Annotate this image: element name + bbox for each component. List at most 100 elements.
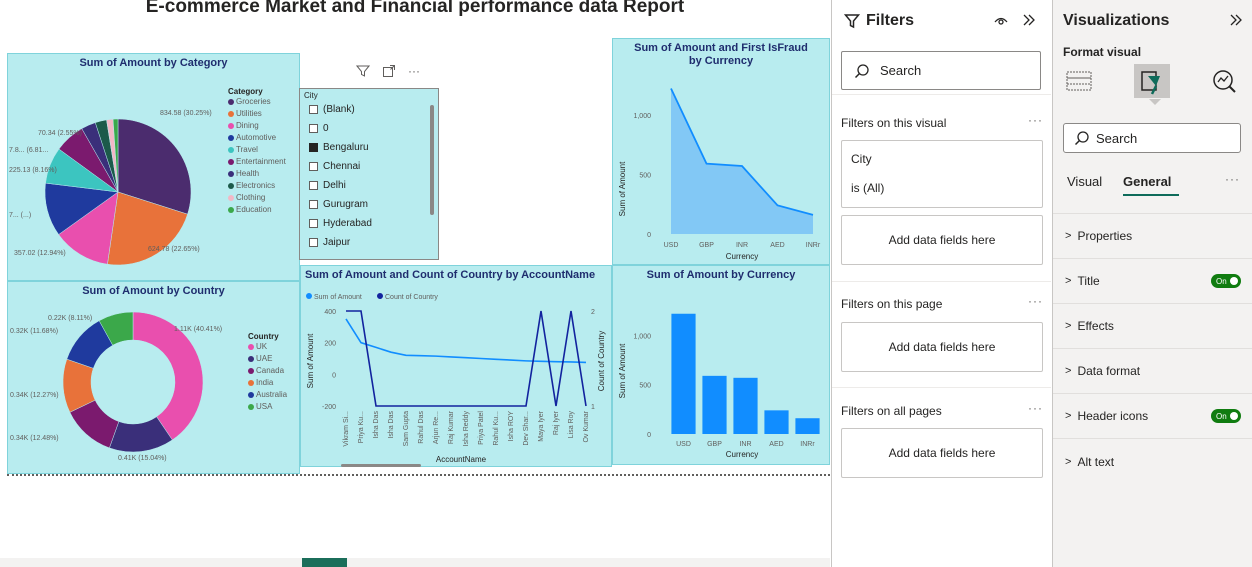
checkbox[interactable] <box>309 105 318 114</box>
header-icons-toggle[interactable]: On <box>1211 409 1241 423</box>
x-tick: Vikram Si... <box>343 411 350 447</box>
x-tick: INRr <box>800 441 815 448</box>
bar <box>795 418 820 434</box>
title-toggle[interactable]: On <box>1211 274 1241 288</box>
slicer-item-label: Delhi <box>323 180 346 191</box>
analytics-icon[interactable] <box>1211 68 1237 94</box>
slicer-item[interactable]: Hyderabad <box>300 214 438 233</box>
section-alt-text-label: Alt text <box>1077 454 1115 469</box>
legend-marker <box>248 379 254 386</box>
checkbox[interactable] <box>309 162 318 171</box>
city-slicer[interactable]: City (Blank) 0 Bengaluru Chennai Delhi Gurugr… <box>299 88 439 260</box>
slicer-item-label: 0 <box>323 123 329 134</box>
legend-item[interactable]: Automotive <box>228 132 286 144</box>
horizontal-scrollbar <box>341 464 421 467</box>
section-alt-text[interactable]: > Alt text <box>1053 439 1252 484</box>
checkbox[interactable] <box>309 200 318 209</box>
x-axis-label: Currency <box>726 450 758 459</box>
bar <box>733 377 758 434</box>
viz-more[interactable]: ··· <box>1225 172 1240 186</box>
x-tick: GBP <box>699 242 714 249</box>
data-label: 0.34K (12.48%) <box>10 435 59 442</box>
legend-item[interactable]: UK <box>248 341 287 353</box>
legend-item[interactable]: Dining <box>228 120 286 132</box>
section-title[interactable]: > Title On <box>1053 259 1252 304</box>
filters-on-visual-more[interactable]: ··· <box>1028 113 1043 127</box>
eye-icon[interactable] <box>994 14 1008 26</box>
legend-item[interactable]: Canada <box>248 365 287 377</box>
more-options-icon[interactable]: ··· <box>408 64 420 78</box>
category-pie-visual[interactable]: Sum of Amount by Category 70.34 (2.55%) 7… <box>7 53 300 281</box>
legend-marker <box>228 182 234 189</box>
slicer-item[interactable]: Bengaluru <box>300 138 438 157</box>
add-fields-visual[interactable]: Add data fields here <box>841 215 1043 265</box>
tab-visual[interactable]: Visual <box>1067 174 1102 189</box>
y-axis-label: Sum of Amount <box>618 343 627 398</box>
country-donut-visual[interactable]: Sum of Amount by Country 0.22K (8.11%) 0.… <box>7 281 300 474</box>
checkbox[interactable] <box>309 219 318 228</box>
legend-marker <box>248 391 254 398</box>
section-data-format[interactable]: > Data format <box>1053 349 1252 394</box>
legend-item[interactable]: Health <box>228 168 286 180</box>
slicer-scrollbar[interactable] <box>430 105 434 215</box>
collapse-pane-icon[interactable] <box>1022 14 1036 26</box>
legend-item[interactable]: Utilities <box>228 108 286 120</box>
filters-on-all-more[interactable]: ··· <box>1028 401 1043 415</box>
legend-item[interactable]: Groceries <box>228 96 286 108</box>
legend-label: Groceries <box>236 97 271 106</box>
data-label: 0.34K (12.27%) <box>10 392 59 399</box>
slicer-item[interactable]: Chennai <box>300 157 438 176</box>
legend-item[interactable]: Clothing <box>228 192 286 204</box>
collapse-pane-icon[interactable] <box>1229 14 1243 26</box>
legend-item[interactable]: USA <box>248 401 287 413</box>
active-page-tab[interactable] <box>302 558 347 567</box>
build-visual-icon[interactable] <box>1065 68 1093 94</box>
legend-item[interactable]: Australia <box>248 389 287 401</box>
currency-bar-visual[interactable]: Sum of Amount by Currency USD GBP INR AED IN… <box>612 265 830 465</box>
section-effects[interactable]: > Effects <box>1053 304 1252 349</box>
legend-item[interactable]: Electronics <box>228 180 286 192</box>
data-label: 0.41K (15.04%) <box>118 455 167 462</box>
section-properties[interactable]: > Properties <box>1053 214 1252 259</box>
slicer-item[interactable]: Delhi <box>300 176 438 195</box>
format-visual-tab[interactable] <box>1134 64 1170 98</box>
filters-on-page-more[interactable]: ··· <box>1028 294 1043 308</box>
bar-chart[interactable]: USD GBP INR AED INRr 1,000 500 0 Sum of Amount Cu… <box>613 266 830 466</box>
area-chart[interactable]: 1,000 500 0 Sum of Amount USD GBP INR AED INRr Cu… <box>613 39 830 266</box>
data-label: 70.34 (2.55%) <box>38 130 82 137</box>
legend-item[interactable]: UAE <box>248 353 287 365</box>
city-filter-value: is (All) <box>851 181 885 195</box>
legend-item[interactable]: Entertainment <box>228 156 286 168</box>
currency-area-visual[interactable]: Sum of Amount and First IsFraud by Curre… <box>612 38 830 265</box>
add-fields-all-label: Add data fields here <box>888 446 996 460</box>
add-fields-page[interactable]: Add data fields here <box>841 322 1043 372</box>
legend-marker <box>228 158 234 165</box>
account-combo-visual[interactable]: Sum of Amount and Count of Country by Ac… <box>300 265 612 467</box>
slicer-item[interactable]: (Blank) <box>300 100 438 119</box>
search-icon <box>854 63 869 78</box>
checkbox[interactable] <box>309 124 318 133</box>
add-fields-all[interactable]: Add data fields here <box>841 428 1043 478</box>
slicer-item[interactable]: Jaipur <box>300 233 438 252</box>
section-header-icons[interactable]: > Header icons On <box>1053 394 1252 439</box>
filters-search-input[interactable]: Search <box>841 51 1041 90</box>
legend-item[interactable]: Travel <box>228 144 286 156</box>
bar <box>671 313 696 434</box>
filter-icon[interactable] <box>356 64 370 78</box>
legend-marker <box>377 293 383 299</box>
checkbox[interactable] <box>309 181 318 190</box>
viz-search-input[interactable]: Search <box>1063 123 1241 153</box>
checkbox[interactable] <box>309 143 318 152</box>
slicer-item-label: Jaipur <box>323 237 351 248</box>
tab-general[interactable]: General <box>1123 174 1171 189</box>
slicer-item[interactable]: Gurugram <box>300 195 438 214</box>
slicer-item[interactable]: 0 <box>300 119 438 138</box>
city-filter-card[interactable]: City is (All) <box>841 140 1043 208</box>
legend-item[interactable]: India <box>248 377 287 389</box>
checkbox[interactable] <box>309 238 318 247</box>
combo-chart[interactable]: Sum of Amount Count of Country 400 200 0 -200… <box>301 266 613 468</box>
legend-item[interactable]: Education <box>228 204 286 216</box>
legend-marker <box>248 403 254 410</box>
focus-mode-icon[interactable] <box>382 64 396 78</box>
legend-label: Education <box>236 205 272 214</box>
